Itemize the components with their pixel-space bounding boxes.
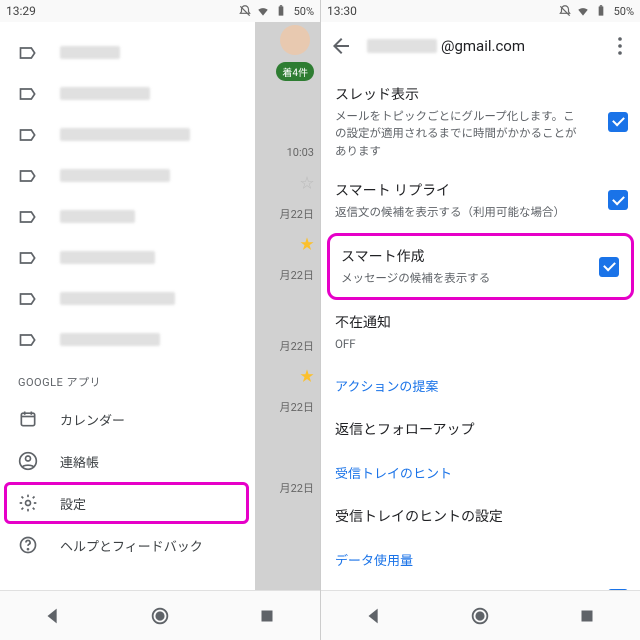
star-icon[interactable]: ★ [300, 366, 314, 386]
nav-back-button[interactable] [42, 605, 64, 627]
label-icon [18, 166, 38, 186]
setting-title: 不在通知 [335, 312, 626, 332]
label-icon [18, 248, 38, 268]
setting-subtitle: 返信文の候補を表示する（利用可能な場合） [335, 204, 626, 221]
mail-date: 月22日 [280, 338, 314, 354]
label-text [60, 169, 170, 182]
drawer-item-calendar[interactable]: カレンダー [0, 398, 255, 440]
page-title: @gmail.com [367, 37, 594, 55]
label-item[interactable] [0, 237, 255, 278]
checkbox-checked[interactable] [608, 112, 628, 132]
label-icon [18, 125, 38, 145]
label-item[interactable] [0, 155, 255, 196]
mail-date: 月22日 [280, 399, 314, 415]
contacts-icon [18, 451, 38, 471]
battery-pct: 50% [294, 5, 314, 18]
setting-subtitle: メールをトピックごとにグループ化します。この設定が適用されるまでに時間がかかるこ… [335, 108, 626, 160]
mail-date: 月22日 [280, 206, 314, 222]
status-bar: 13:30 50% [321, 0, 640, 22]
label-item[interactable] [0, 278, 255, 319]
email-suffix: @gmail.com [441, 37, 525, 55]
battery-icon [274, 4, 288, 18]
nav-back-button[interactable] [363, 605, 385, 627]
battery-icon [594, 4, 608, 18]
status-time: 13:29 [6, 4, 36, 18]
setting-reply-followup[interactable]: 返信とフォローアップ [321, 407, 640, 451]
nav-drawer: GOOGLE アプリ カレンダー 連絡帳 設定 ヘルプとフィードバック [0, 22, 255, 590]
nav-recent-button[interactable] [256, 605, 278, 627]
label-item[interactable] [0, 319, 255, 360]
star-icon[interactable]: ★ [300, 234, 314, 254]
wifi-icon [576, 4, 590, 18]
drawer-item-settings[interactable]: 設定 [4, 482, 249, 524]
label-item[interactable] [0, 32, 255, 73]
label-text [60, 292, 175, 305]
setting-subtitle: OFF [335, 336, 626, 353]
setting-thread-view[interactable]: スレッド表示 メールをトピックごとにグループ化します。この設定が適用されるまでに… [321, 74, 640, 170]
setting-inbox-tips-settings[interactable]: 受信トレイのヒントの設定 [321, 494, 640, 538]
drawer-item-contacts[interactable]: 連絡帳 [0, 440, 255, 482]
avatar [280, 25, 310, 55]
label-text [60, 333, 160, 346]
label-text [60, 128, 190, 141]
dnd-icon [238, 4, 252, 18]
label-icon [18, 84, 38, 104]
label-text [60, 210, 135, 223]
nav-home-button[interactable] [149, 605, 171, 627]
label-text [60, 87, 150, 100]
label-item[interactable] [0, 114, 255, 155]
calendar-icon [18, 409, 38, 429]
wifi-icon [256, 4, 270, 18]
label-icon [18, 289, 38, 309]
new-badge: 着4件 [276, 62, 314, 81]
star-icon[interactable]: ☆ [300, 173, 314, 193]
mail-date: 月22日 [280, 267, 314, 283]
nav-recent-button[interactable] [576, 605, 598, 627]
section-data-usage: データ使用量 [321, 538, 640, 581]
label-icon [18, 207, 38, 227]
setting-title: スマート リプライ [335, 180, 626, 200]
label-item[interactable] [0, 73, 255, 114]
email-prefix [367, 39, 437, 53]
nav-bar [321, 590, 640, 640]
back-button[interactable] [329, 34, 353, 58]
label-icon [18, 330, 38, 350]
battery-pct: 50% [614, 5, 634, 18]
setting-vacation[interactable]: 不在通知 OFF [321, 302, 640, 363]
app-bar: @gmail.com [321, 22, 640, 70]
setting-smart-compose[interactable]: スマート作成 メッセージの候補を表示する [327, 233, 634, 300]
status-bar: 13:29 50% [0, 0, 320, 22]
checkbox-checked[interactable] [599, 257, 619, 277]
label-text [60, 46, 120, 59]
help-icon [18, 535, 38, 555]
setting-smart-reply[interactable]: スマート リプライ 返信文の候補を表示する（利用可能な場合） [321, 170, 640, 231]
nav-home-button[interactable] [469, 605, 491, 627]
nav-bar [0, 590, 320, 640]
behind-scrim: 着4件 10:03 ☆ 月22日 ★ 月22日 月22日 ★ 月22日 月22日 [255, 22, 320, 590]
status-time: 13:30 [327, 4, 357, 18]
more-button[interactable] [608, 34, 632, 58]
label-icon [18, 43, 38, 63]
checkbox-checked[interactable] [608, 190, 628, 210]
mail-date: 月22日 [280, 480, 314, 496]
label-text [60, 251, 155, 264]
section-action-suggestions: アクションの提案 [321, 364, 640, 407]
section-inbox-tips: 受信トレイのヒント [321, 451, 640, 494]
label-item[interactable] [0, 196, 255, 237]
setting-title: スマート作成 [341, 246, 620, 266]
mail-time: 10:03 [287, 146, 314, 159]
dnd-icon [558, 4, 572, 18]
drawer-item-label: 設定 [60, 494, 86, 513]
setting-title: スレッド表示 [335, 84, 626, 104]
drawer-item-label: カレンダー [60, 410, 125, 429]
setting-subtitle: メッセージの候補を表示する [341, 270, 620, 287]
drawer-item-help[interactable]: ヘルプとフィードバック [0, 524, 255, 566]
section-header: GOOGLE アプリ [0, 360, 255, 398]
setting-gmail-sync[interactable]: Gmailの同期 [321, 581, 640, 591]
gear-icon [18, 493, 38, 513]
drawer-item-label: ヘルプとフィードバック [60, 536, 203, 555]
drawer-item-label: 連絡帳 [60, 452, 99, 471]
